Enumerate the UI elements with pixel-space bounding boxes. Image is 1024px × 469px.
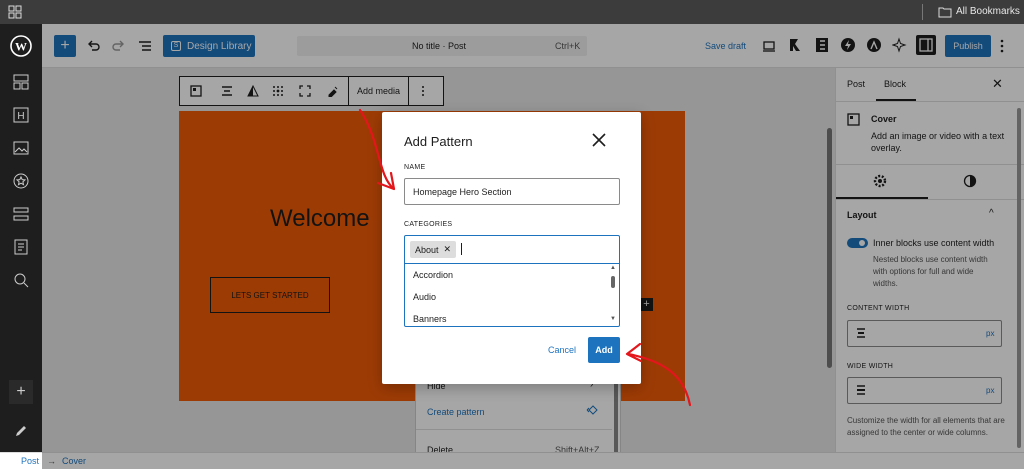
annotation-arrow-add-button bbox=[626, 352, 692, 407]
annotation-arrows bbox=[358, 108, 692, 407]
annotation-arrow-name-field bbox=[358, 108, 395, 190]
annotation-arrowhead-add-button bbox=[625, 342, 643, 363]
